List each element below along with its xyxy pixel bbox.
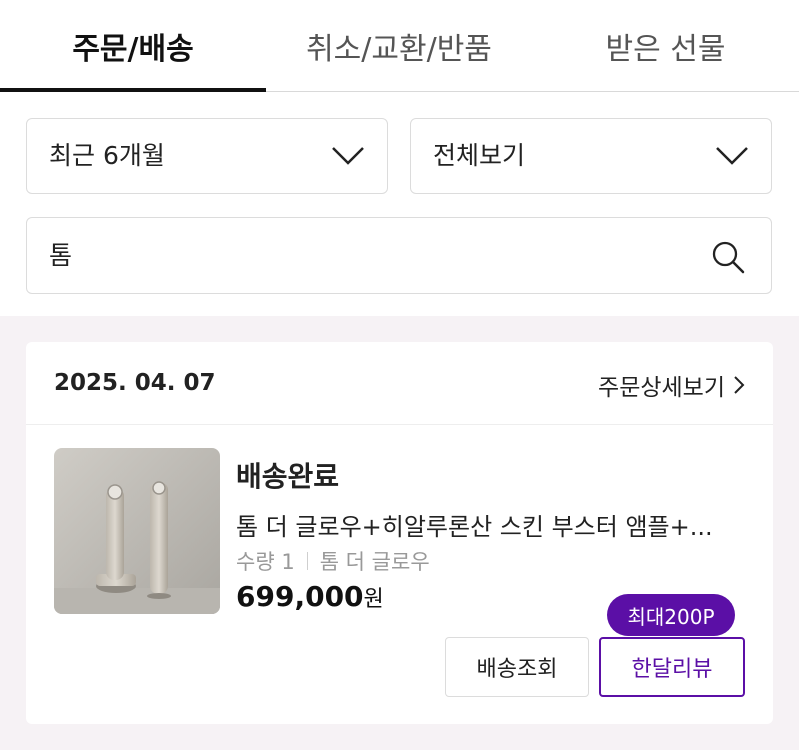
order-tabs: 주문/배송 취소/교환/반품 받은 선물 (0, 0, 799, 92)
chevron-right-icon (734, 376, 745, 394)
write-review-button[interactable]: 한달리뷰 (599, 637, 745, 697)
price-amount: 699,000 (236, 580, 364, 613)
search-input-value: 톰 (49, 241, 73, 270)
product-option: 톰 더 글로우 (319, 550, 430, 574)
order-detail-label: 주문상세보기 (598, 375, 725, 401)
product-name[interactable]: 톰 더 글로우+히알루론산 스킨 부스터 앰플+... (236, 507, 736, 542)
chevron-down-icon (716, 147, 748, 165)
period-select[interactable]: 최근 6개월 (26, 118, 388, 194)
track-delivery-button[interactable]: 배송조회 (445, 637, 589, 697)
product-meta: 수량 1 톰 더 글로우 (236, 546, 430, 576)
search-icon[interactable] (711, 240, 745, 274)
order-card: 2025. 04. 07 주문상세보기 배송완료 톰 더 글로우+히알루론산 스… (26, 342, 773, 724)
type-select[interactable]: 전체보기 (410, 118, 772, 194)
tab-received-gifts[interactable]: 받은 선물 (532, 0, 799, 91)
period-select-value: 최근 6개월 (49, 141, 165, 170)
active-tab-indicator (0, 88, 266, 92)
type-select-value: 전체보기 (433, 141, 526, 170)
search-input[interactable]: 톰 (26, 217, 772, 294)
tab-cancel-exchange-return[interactable]: 취소/교환/반품 (266, 0, 532, 91)
delivery-status: 배송완료 (236, 460, 340, 493)
meta-separator (306, 552, 308, 570)
chevron-down-icon (332, 147, 364, 165)
price-currency: 원 (363, 587, 384, 612)
product-price: 699,000원 (236, 580, 384, 613)
order-detail-link[interactable]: 주문상세보기 (598, 368, 745, 402)
review-points-badge: 최대200P (607, 594, 735, 636)
tab-order-delivery[interactable]: 주문/배송 (0, 0, 266, 91)
product-quantity: 수량 1 (236, 550, 295, 574)
card-divider (26, 424, 773, 425)
order-date: 2025. 04. 07 (54, 370, 216, 396)
product-thumbnail[interactable] (54, 448, 220, 614)
